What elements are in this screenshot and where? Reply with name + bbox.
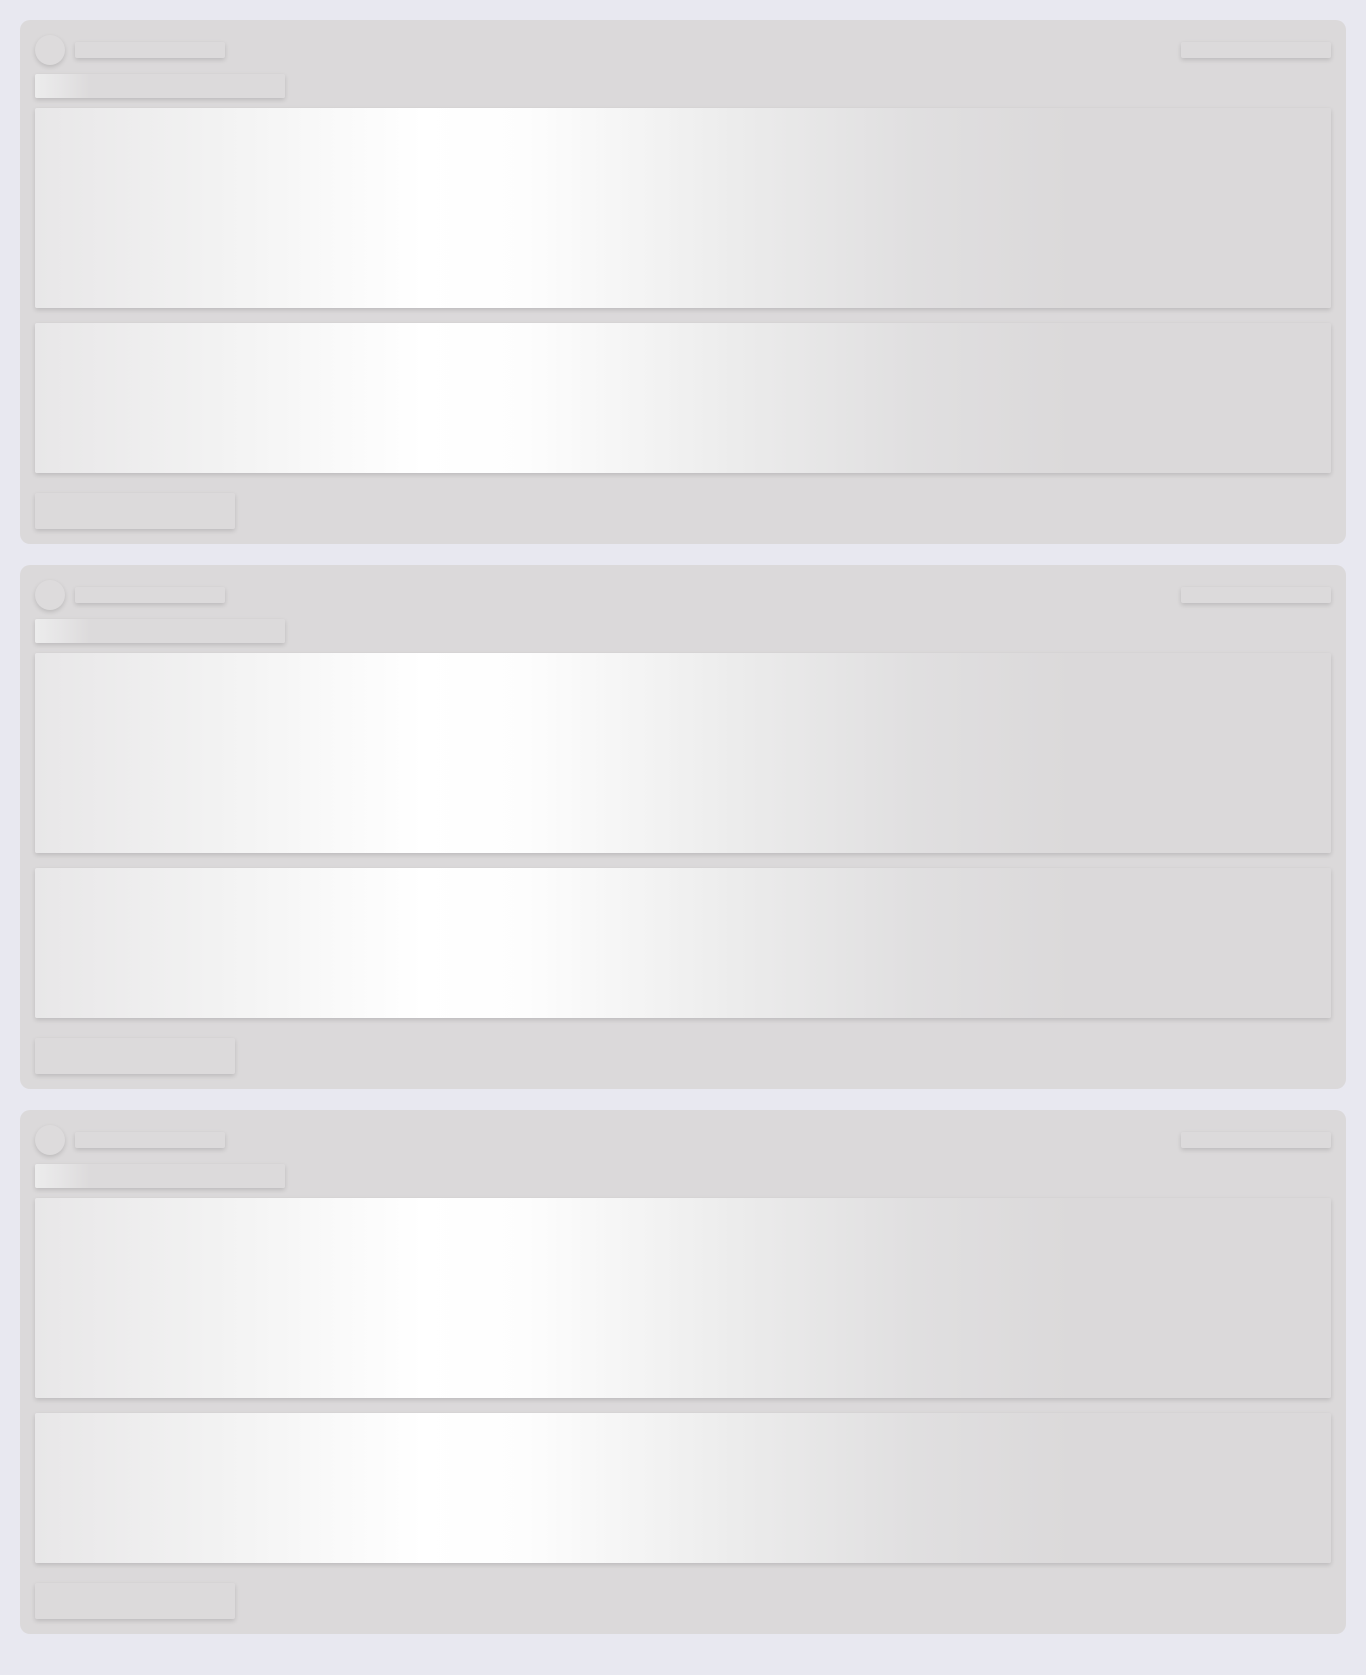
skeleton-action-button — [35, 1038, 235, 1074]
skeleton-text-block — [35, 868, 1331, 1018]
skeleton-text-block — [35, 323, 1331, 473]
skeleton-title-line — [35, 1164, 285, 1188]
skeleton-title-line — [35, 619, 285, 643]
skeleton-author-line — [75, 587, 225, 603]
skeleton-author-line — [75, 42, 225, 58]
skeleton-date-line — [1181, 587, 1331, 603]
skeleton-date-line — [1181, 1132, 1331, 1148]
skeleton-feed — [20, 20, 1346, 1655]
skeleton-card — [20, 565, 1346, 1089]
skeleton-avatar — [35, 35, 65, 65]
skeleton-date-line — [1181, 42, 1331, 58]
skeleton-media-block — [35, 1198, 1331, 1398]
skeleton-media-block — [35, 653, 1331, 853]
skeleton-card — [20, 1110, 1346, 1634]
skeleton-text-block — [35, 1413, 1331, 1563]
skeleton-action-button — [35, 1583, 235, 1619]
skeleton-author-line — [75, 1132, 225, 1148]
skeleton-action-button — [35, 493, 235, 529]
skeleton-avatar — [35, 580, 65, 610]
skeleton-title-line — [35, 74, 285, 98]
skeleton-avatar — [35, 1125, 65, 1155]
skeleton-media-block — [35, 108, 1331, 308]
skeleton-card — [20, 20, 1346, 544]
